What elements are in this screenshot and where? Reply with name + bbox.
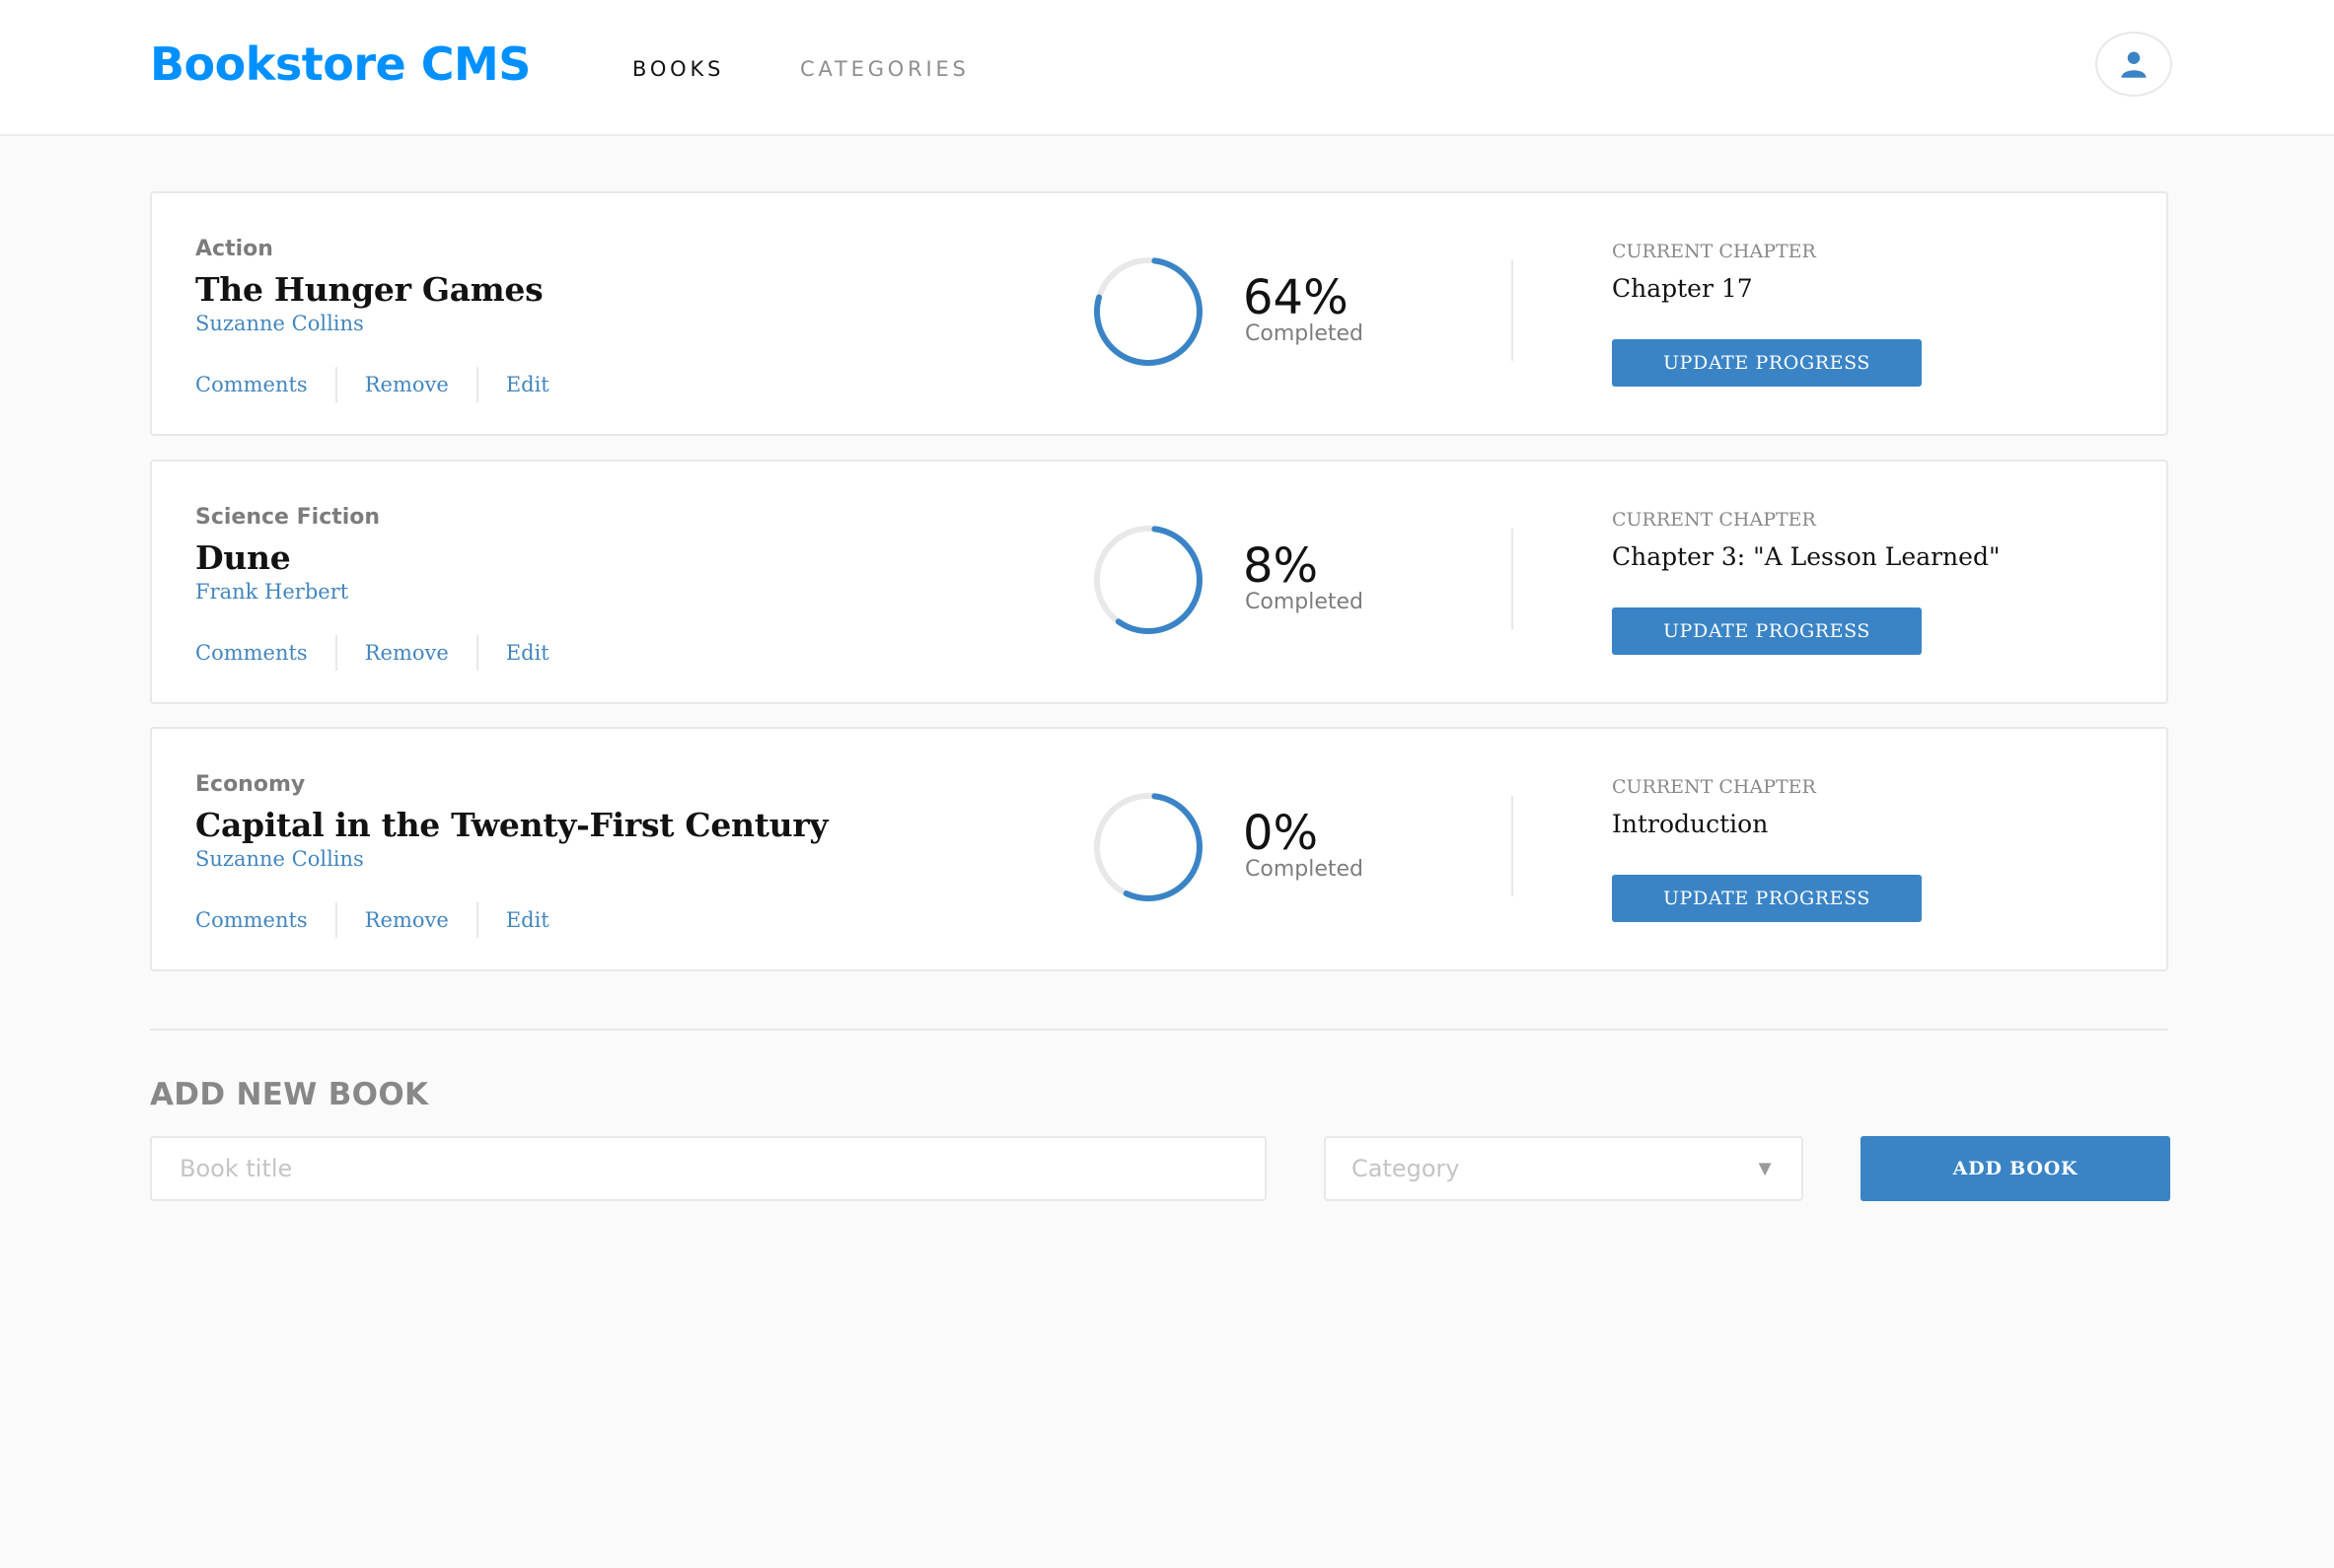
comments-button[interactable]: Comments xyxy=(195,641,308,665)
progress-ring xyxy=(1094,793,1203,901)
progress-percent: 0% xyxy=(1243,806,1319,861)
progress-completed-label: Completed xyxy=(1245,321,1363,346)
current-chapter-label: Current Chapter xyxy=(1612,776,1816,798)
progress-ring xyxy=(1094,257,1203,366)
update-progress-button[interactable]: UPDATE PROGRESS xyxy=(1612,607,1922,655)
progress-percent: 64% xyxy=(1243,270,1349,325)
category-select-value: Category xyxy=(1351,1155,1460,1182)
update-progress-button[interactable]: UPDATE PROGRESS xyxy=(1612,339,1922,387)
book-actions: Comments Remove Edit xyxy=(195,635,549,671)
add-book-heading: ADD NEW BOOK xyxy=(150,1077,429,1112)
current-chapter-label: Current Chapter xyxy=(1612,241,1816,262)
book-author[interactable]: Suzanne Collins xyxy=(195,847,364,871)
book-title: Capital in the Twenty-First Century xyxy=(195,806,829,844)
action-separator xyxy=(475,367,478,402)
remove-button[interactable]: Remove xyxy=(365,373,449,396)
header: Bookstore CMS BOOKS CATEGORIES xyxy=(0,0,2334,136)
current-chapter: Chapter 3: "A Lesson Learned" xyxy=(1612,542,2001,571)
book-card: Action The Hunger Games Suzanne Collins … xyxy=(150,191,2168,436)
user-avatar-button[interactable] xyxy=(2095,32,2172,97)
book-actions: Comments Remove Edit xyxy=(195,902,549,938)
add-book-button[interactable]: ADD BOOK xyxy=(1860,1136,2170,1201)
book-author[interactable]: Frank Herbert xyxy=(195,580,348,604)
action-separator xyxy=(475,635,478,671)
progress-completed-label: Completed xyxy=(1245,590,1363,614)
progress-percent: 8% xyxy=(1243,538,1319,594)
card-divider xyxy=(1511,529,1513,629)
edit-button[interactable]: Edit xyxy=(506,641,549,665)
book-card: Science Fiction Dune Frank Herbert Comme… xyxy=(150,460,2168,704)
edit-button[interactable]: Edit xyxy=(506,908,549,932)
book-category: Action xyxy=(195,237,273,261)
progress-completed-label: Completed xyxy=(1245,857,1363,882)
current-chapter: Chapter 17 xyxy=(1612,274,1753,303)
book-title: The Hunger Games xyxy=(195,270,544,309)
book-title: Dune xyxy=(195,538,291,577)
action-separator xyxy=(334,635,337,671)
book-author[interactable]: Suzanne Collins xyxy=(195,312,364,335)
action-separator xyxy=(475,902,478,938)
card-divider xyxy=(1511,260,1513,361)
progress-ring xyxy=(1094,526,1203,634)
category-select[interactable]: Category ▼ xyxy=(1324,1136,1803,1201)
book-card: Economy Capital in the Twenty-First Cent… xyxy=(150,727,2168,971)
edit-button[interactable]: Edit xyxy=(506,373,549,396)
comments-button[interactable]: Comments xyxy=(195,373,308,396)
comments-button[interactable]: Comments xyxy=(195,908,308,932)
user-icon xyxy=(2121,51,2147,78)
nav-categories[interactable]: CATEGORIES xyxy=(800,57,970,81)
current-chapter-label: Current Chapter xyxy=(1612,509,1816,531)
book-actions: Comments Remove Edit xyxy=(195,367,549,402)
chevron-down-icon: ▼ xyxy=(1754,1156,1776,1180)
action-separator xyxy=(334,367,337,402)
remove-button[interactable]: Remove xyxy=(365,641,449,665)
nav-books[interactable]: BOOKS xyxy=(632,57,724,81)
update-progress-button[interactable]: UPDATE PROGRESS xyxy=(1612,875,1922,922)
book-category: Economy xyxy=(195,772,306,797)
form-divider xyxy=(150,1029,2168,1031)
book-category: Science Fiction xyxy=(195,505,381,530)
card-divider xyxy=(1511,796,1513,896)
action-separator xyxy=(334,902,337,938)
book-title-input[interactable] xyxy=(150,1136,1267,1201)
remove-button[interactable]: Remove xyxy=(365,908,449,932)
app-logo[interactable]: Bookstore CMS xyxy=(150,37,531,91)
current-chapter: Introduction xyxy=(1612,810,1769,838)
